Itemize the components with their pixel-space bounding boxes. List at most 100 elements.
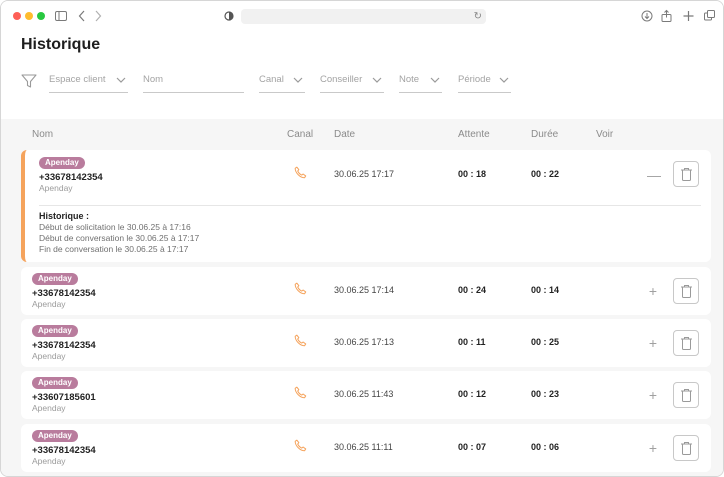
phone-icon	[294, 282, 307, 295]
column-header-canal[interactable]: Canal	[287, 129, 313, 140]
address-bar[interactable]: ↻	[241, 9, 486, 24]
trash-icon	[681, 285, 692, 298]
periode-filter[interactable]: Période	[458, 72, 511, 93]
privacy-shield-icon[interactable]	[224, 9, 234, 23]
canal-filter[interactable]: Canal	[259, 72, 305, 93]
table-row[interactable]: Apenday +33607185601 Apenday 30.06.25 11…	[21, 371, 711, 419]
downloads-icon[interactable]	[641, 9, 653, 23]
column-header-date[interactable]: Date	[334, 129, 355, 140]
call-date: 30.06.25 17:14	[334, 285, 395, 295]
expand-icon[interactable]: +	[647, 336, 659, 350]
trash-icon	[681, 442, 692, 455]
client-badge: Apenday	[32, 273, 78, 285]
trash-icon	[681, 168, 692, 181]
call-duration: 00 : 14	[531, 285, 560, 295]
phone-number: +33678142354	[32, 288, 96, 299]
minimize-window-button[interactable]	[25, 12, 33, 20]
share-icon[interactable]	[661, 9, 672, 23]
history-line: Début de conversation le 30.06.25 à 17:1…	[39, 233, 200, 243]
filter-icon[interactable]	[21, 73, 37, 89]
sidebar-toggle-icon[interactable]	[55, 9, 67, 23]
client-badge: Apenday	[32, 430, 78, 442]
call-date: 30.06.25 17:17	[334, 169, 395, 179]
nom-filter-input[interactable]: Nom	[143, 72, 244, 93]
column-header-duree[interactable]: Durée	[531, 129, 558, 140]
wait-time: 00 : 18	[458, 169, 487, 179]
note-filter-label: Note	[399, 74, 420, 85]
chevron-down-icon	[372, 77, 382, 83]
chevron-down-icon	[293, 77, 303, 83]
call-duration: 00 : 25	[531, 337, 560, 347]
browser-toolbar: ↻	[1, 1, 723, 31]
expand-icon[interactable]: +	[647, 388, 659, 402]
maximize-window-button[interactable]	[37, 12, 45, 20]
client-badge: Apenday	[32, 377, 78, 389]
table-row[interactable]: Apenday +33678142354 Apenday 30.06.25 17…	[21, 319, 711, 367]
chevron-down-icon	[116, 77, 126, 83]
page-title: Historique	[21, 36, 101, 53]
chevron-down-icon	[430, 77, 440, 83]
delete-button[interactable]	[673, 382, 699, 408]
phone-number: +33678142354	[32, 445, 96, 456]
call-date: 30.06.25 17:13	[334, 337, 395, 347]
conseiller-filter-label: Conseiller	[320, 74, 363, 85]
espace-client-filter[interactable]: Espace client	[49, 72, 128, 93]
history-title: Historique :	[39, 211, 90, 221]
table-row[interactable]: Apenday +33678142354 Apenday 30.06.25 17…	[21, 150, 711, 262]
phone-number: +33607185601	[32, 392, 96, 403]
call-duration: 00 : 23	[531, 389, 560, 399]
delete-button[interactable]	[673, 435, 699, 461]
phone-icon	[294, 166, 307, 179]
call-duration: 00 : 06	[531, 442, 560, 452]
call-date: 30.06.25 11:11	[334, 442, 393, 452]
phone-number: +33678142354	[39, 172, 103, 183]
table-row[interactable]: Apenday +33678142354 Apenday 30.06.25 17…	[21, 267, 711, 315]
wait-time: 00 : 24	[458, 285, 487, 295]
phone-icon	[294, 334, 307, 347]
column-header-nom[interactable]: Nom	[32, 129, 53, 140]
conseiller-filter[interactable]: Conseiller	[320, 72, 384, 93]
back-icon[interactable]	[78, 9, 86, 23]
phone-icon	[294, 439, 307, 452]
canal-filter-label: Canal	[259, 74, 284, 85]
column-header-voir: Voir	[596, 129, 614, 140]
periode-filter-label: Période	[458, 74, 491, 85]
expand-icon[interactable]: +	[647, 441, 659, 455]
forward-icon[interactable]	[94, 9, 102, 23]
reload-icon[interactable]: ↻	[474, 10, 482, 23]
trash-icon	[681, 389, 692, 402]
wait-time: 00 : 07	[458, 442, 487, 452]
phone-icon	[294, 386, 307, 399]
delete-button[interactable]	[673, 278, 699, 304]
history-line: Début de solicitation le 30.06.25 à 17:1…	[39, 222, 191, 232]
wait-time: 00 : 12	[458, 389, 487, 399]
delete-button[interactable]	[673, 161, 699, 187]
company-name: Apenday	[32, 299, 66, 309]
chevron-down-icon	[499, 77, 509, 83]
new-tab-icon[interactable]	[683, 9, 694, 23]
column-header-attente[interactable]: Attente	[458, 129, 490, 140]
phone-number: +33678142354	[32, 340, 96, 351]
browser-window: ↻ Historique Espace client Nom Canal Con…	[0, 0, 724, 477]
company-name: Apenday	[32, 351, 66, 361]
note-filter[interactable]: Note	[399, 72, 442, 93]
espace-client-filter-label: Espace client	[49, 74, 106, 85]
expand-icon[interactable]: +	[647, 284, 659, 298]
collapse-icon[interactable]: —	[647, 168, 661, 182]
row-divider	[39, 205, 701, 206]
company-name: Apenday	[32, 456, 66, 466]
company-name: Apenday	[39, 183, 73, 193]
close-window-button[interactable]	[13, 12, 21, 20]
trash-icon	[681, 337, 692, 350]
table-row[interactable]: Apenday +33678142354 Apenday 30.06.25 11…	[21, 424, 711, 472]
delete-button[interactable]	[673, 330, 699, 356]
client-badge: Apenday	[39, 157, 85, 169]
company-name: Apenday	[32, 403, 66, 413]
call-duration: 00 : 22	[531, 169, 560, 179]
history-line: Fin de conversation le 30.06.25 à 17:17	[39, 244, 189, 254]
wait-time: 00 : 11	[458, 337, 486, 347]
nom-filter-placeholder: Nom	[143, 74, 164, 85]
client-badge: Apenday	[32, 325, 78, 337]
call-date: 30.06.25 11:43	[334, 389, 394, 399]
tab-overview-icon[interactable]	[704, 9, 715, 23]
